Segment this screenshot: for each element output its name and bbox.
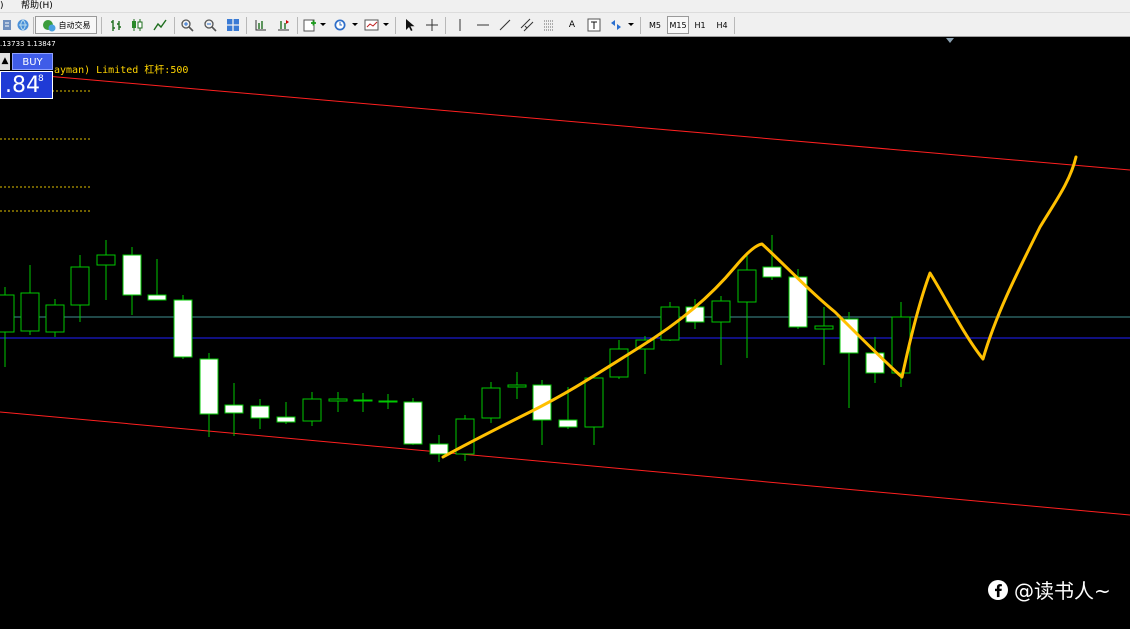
bull-candle [378, 400, 398, 403]
bear-candle [558, 419, 578, 428]
trendline-icon[interactable] [497, 16, 513, 34]
chart-scroll-icon[interactable] [251, 16, 269, 34]
menu-bar: ) 帮助(H) [0, 0, 1130, 12]
bull-candle [584, 377, 604, 428]
bull-candle [353, 399, 373, 402]
bear-candle [685, 306, 705, 323]
periods-dropdown-icon[interactable] [352, 23, 358, 26]
buy-price-display[interactable]: .84 8 [0, 71, 53, 99]
bear-candle [122, 254, 142, 296]
bull-candle [328, 398, 348, 402]
text-icon[interactable]: A [564, 16, 580, 34]
period-button-m15[interactable]: M15 [667, 16, 689, 34]
bear-candle [250, 405, 270, 419]
candlestick-icon[interactable] [128, 16, 146, 34]
bear-candle [429, 443, 449, 455]
price-info: .13733 1.13847 [0, 40, 56, 48]
period-button-h4[interactable]: H4 [712, 16, 732, 34]
bull-candle [45, 304, 65, 333]
bull-candle [96, 254, 116, 266]
bear-candle [403, 401, 423, 445]
bull-candle [737, 269, 757, 303]
facebook-icon [988, 579, 1008, 600]
toolbar: 自动交易 A M5 M15 H1 H4 [0, 12, 1130, 37]
bull-candle [814, 325, 834, 330]
broker-info: ayman) Limited 杠杆:500 [54, 65, 189, 76]
bull-candle [0, 294, 15, 333]
watermark: @读书人~ [987, 575, 1111, 604]
market-watch-icon[interactable] [14, 16, 32, 34]
text-tool-label: A [568, 20, 576, 30]
bull-candle [302, 398, 322, 422]
fibonacci-icon[interactable] [541, 16, 557, 34]
cursor-icon[interactable] [401, 16, 417, 34]
period-button-h1[interactable]: H1 [690, 16, 710, 34]
vertical-line-icon[interactable] [452, 16, 468, 34]
auto-trading-label: 自动交易 [58, 20, 91, 30]
zoom-out-icon[interactable] [201, 16, 219, 34]
bull-candle [70, 266, 90, 306]
buy-price-big: .84 [5, 73, 40, 98]
templates-dropdown-icon[interactable] [383, 23, 389, 26]
arrows-dropdown-icon[interactable] [628, 23, 634, 26]
bear-candle [173, 299, 193, 358]
chart-shift-marker-icon [946, 38, 954, 43]
line-chart-icon[interactable] [151, 16, 169, 34]
sell-button[interactable]: ▲ [0, 53, 10, 70]
watermark-text: @读书人~ [1014, 579, 1111, 603]
channel-icon[interactable] [519, 16, 535, 34]
crosshair-icon[interactable] [424, 16, 440, 34]
arrows-icon[interactable] [608, 16, 624, 34]
auto-trading-button[interactable]: 自动交易 [35, 16, 97, 34]
bear-candle [224, 404, 244, 414]
upper-channel-line[interactable] [0, 71, 1130, 171]
tile-windows-icon[interactable] [224, 16, 242, 34]
auto-trading-icon [42, 20, 55, 32]
bar-chart-icon[interactable] [107, 16, 125, 34]
templates-icon[interactable] [363, 16, 381, 34]
price-chart[interactable]: .13733 1.13847 ayman) Limited 杠杆:500 ▲ B… [0, 37, 1130, 629]
buy-price-superscript: 8 [38, 74, 44, 84]
bull-candle [507, 384, 527, 388]
menu-item-fragment[interactable]: ) [0, 0, 4, 12]
bull-candle [711, 300, 731, 323]
buy-button[interactable]: BUY [12, 53, 53, 70]
options-icon[interactable] [1, 16, 15, 34]
horizontal-line-icon[interactable] [475, 16, 491, 34]
bear-candle [199, 358, 219, 415]
candlestick-series [0, 235, 911, 462]
period-button-m5[interactable]: M5 [645, 16, 665, 34]
periods-icon[interactable] [332, 16, 348, 34]
bear-candle [276, 416, 296, 423]
chart-shift-icon[interactable] [274, 16, 292, 34]
text-label-icon[interactable] [586, 16, 602, 34]
menu-item-help[interactable]: 帮助(H) [21, 0, 53, 12]
bear-candle [762, 266, 782, 278]
bull-candle [20, 292, 40, 332]
zoom-in-icon[interactable] [178, 16, 196, 34]
bear-candle [147, 294, 167, 301]
bull-candle [891, 316, 911, 374]
bull-candle [481, 387, 501, 419]
indicators-icon[interactable] [302, 16, 318, 34]
indicators-dropdown-icon[interactable] [320, 23, 326, 26]
chart-canvas[interactable] [0, 37, 1130, 629]
